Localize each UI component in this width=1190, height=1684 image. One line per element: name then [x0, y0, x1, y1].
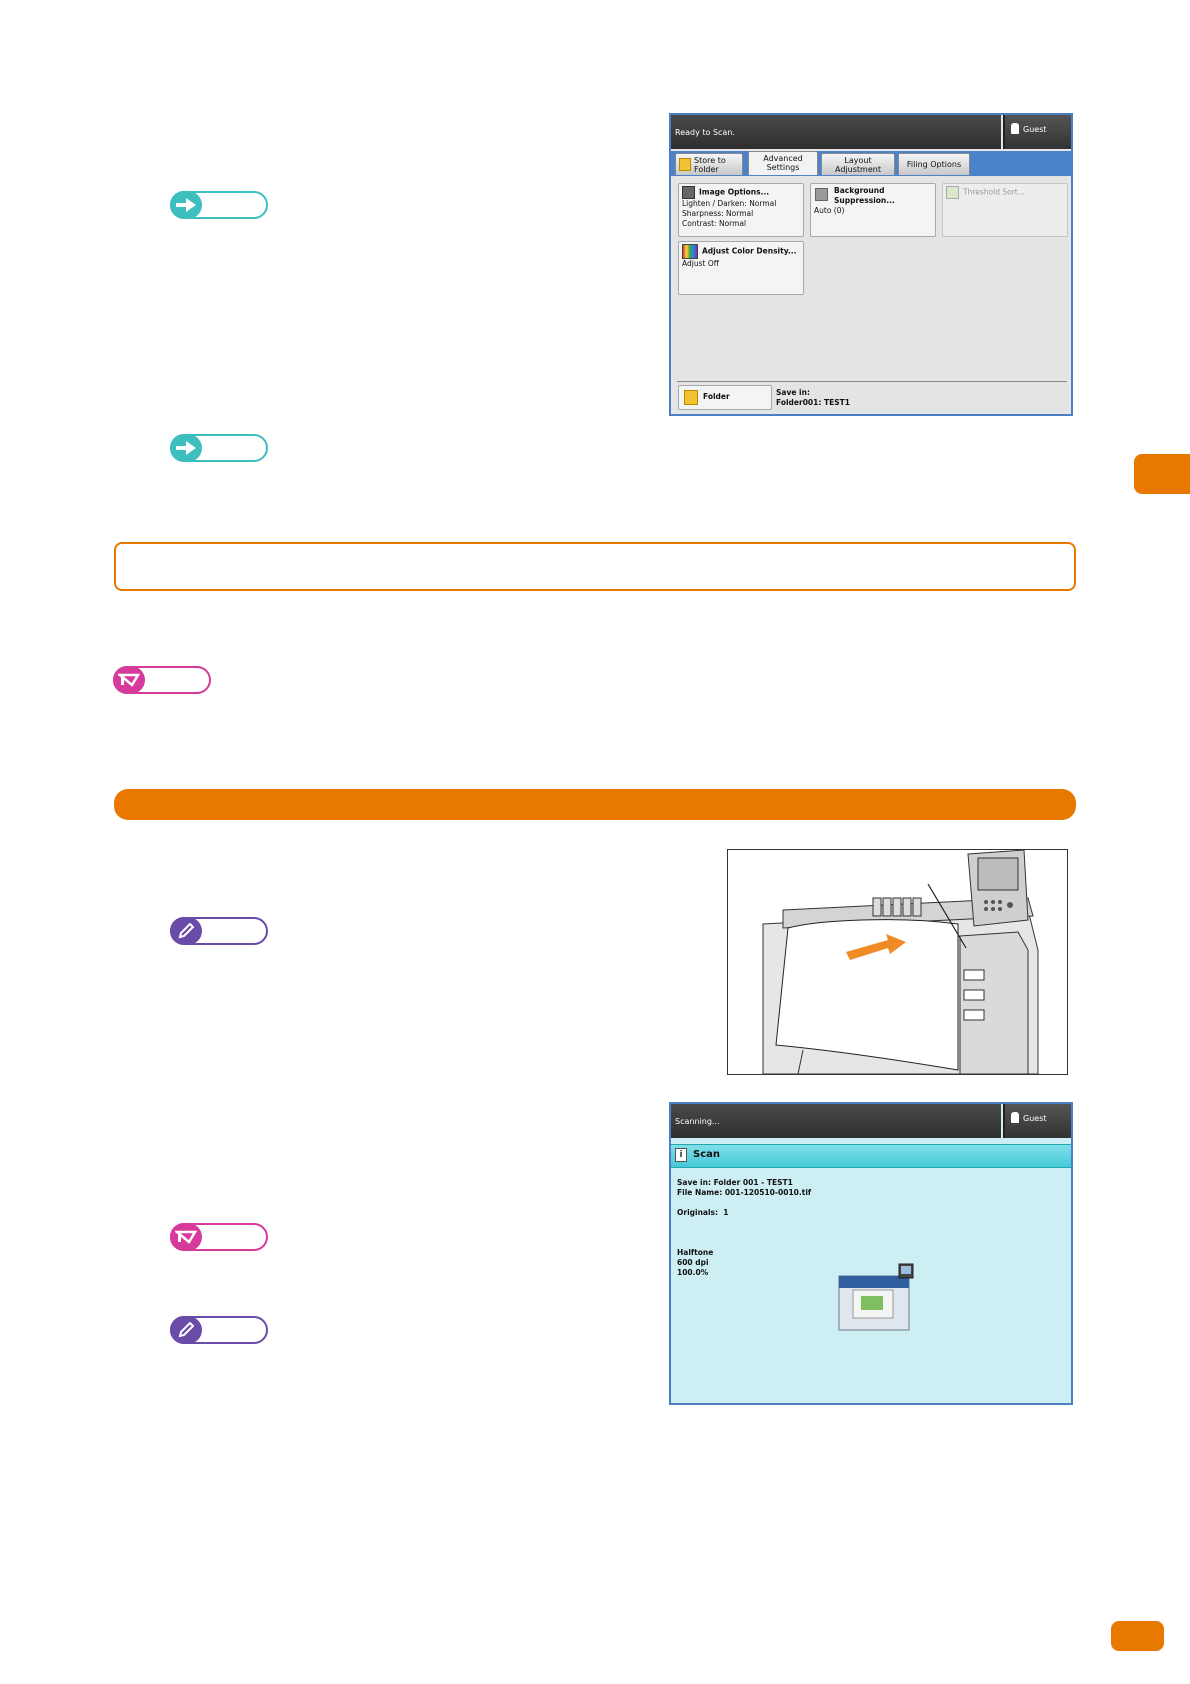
background-suppression-button[interactable]: Background Suppression... Auto (0)	[810, 183, 936, 237]
section-bar	[114, 789, 1076, 820]
arrow-right-icon	[170, 434, 202, 462]
save-in-text: Save in: Folder 001 - TEST1	[677, 1178, 793, 1187]
important-icon	[113, 666, 145, 694]
reference-pill	[170, 434, 268, 462]
save-in-label: Save in:	[776, 388, 810, 397]
pencil-icon	[170, 1316, 202, 1344]
adjust-color-density-button[interactable]: Adjust Color Density... Adjust Off	[678, 241, 804, 295]
lighten-darken-value: Lighten / Darken: Normal	[682, 199, 777, 208]
originals-value: 1	[723, 1208, 729, 1217]
contrast-value: Contrast: Normal	[682, 219, 747, 228]
chapter-tab	[1134, 454, 1190, 494]
threshold-sort-button[interactable]: Threshold Sort...	[942, 183, 1068, 237]
threshold-sort-icon	[946, 186, 959, 199]
scanning-screen: Scanning... Guest i Scan Save in: Folder…	[669, 1102, 1073, 1405]
reference-pill	[170, 191, 268, 219]
bottom-divider	[677, 381, 1067, 382]
mode-text: Halftone	[677, 1248, 714, 1257]
arrow-right-icon	[170, 191, 202, 219]
heading-box	[114, 542, 1076, 591]
save-in-info: Save in: Folder001: TEST1	[776, 388, 850, 408]
tab-layout-line2: Adjustment	[835, 165, 881, 174]
originals-label: Originals:	[677, 1208, 719, 1217]
file-name-text: File Name: 001-120510-0010.tif	[677, 1188, 812, 1197]
color-density-icon	[682, 244, 698, 259]
scanner-machine-icon	[838, 1263, 914, 1331]
zoom-text: 100.0%	[677, 1268, 709, 1277]
folder-icon	[679, 158, 691, 171]
user-icon	[1011, 123, 1019, 134]
scan-title: Scan	[693, 1149, 720, 1160]
save-in-value: Folder001: TEST1	[776, 398, 850, 407]
background-suppression-icon	[815, 188, 828, 201]
status-bar: Ready to Scan.	[671, 115, 1001, 149]
advanced-settings-screen: Ready to Scan. Guest Store to Folder Adv…	[669, 113, 1073, 416]
guest-button[interactable]: Guest	[1003, 1104, 1071, 1138]
background-title-2: Suppression...	[834, 196, 895, 205]
important-pill	[113, 666, 211, 694]
color-density-title: Adjust Color Density...	[702, 246, 797, 256]
status-text: Ready to Scan.	[675, 128, 735, 137]
tab-advanced-line2: Settings	[766, 163, 800, 172]
pencil-icon	[170, 917, 202, 945]
scan-title-bar: i Scan	[671, 1144, 1071, 1168]
tab-store-line2: Folder	[694, 165, 719, 174]
image-options-button[interactable]: Image Options... Lighten / Darken: Norma…	[678, 183, 804, 237]
important-icon	[170, 1223, 202, 1251]
folder-icon	[684, 390, 698, 405]
page-number-badge	[1111, 1621, 1164, 1651]
note-pill	[170, 917, 268, 945]
tab-advanced-settings[interactable]: Advanced Settings	[748, 151, 818, 175]
status-text: Scanning...	[675, 1117, 720, 1126]
folder-button-label: Folder	[703, 392, 730, 401]
background-value: Auto (0)	[814, 206, 845, 215]
tab-layout-adjustment[interactable]: Layout Adjustment	[821, 153, 895, 175]
important-pill	[170, 1223, 268, 1251]
resolution-text: 600 dpi	[677, 1258, 709, 1267]
guest-label: Guest	[1023, 125, 1047, 134]
color-density-value: Adjust Off	[682, 259, 719, 268]
info-icon: i	[675, 1148, 687, 1162]
scan-info: Save in: Folder 001 - TEST1 File Name: 0…	[677, 1178, 811, 1278]
wide-format-printer-image	[728, 850, 1067, 1074]
folder-button[interactable]: Folder	[678, 385, 772, 410]
threshold-title: Threshold Sort...	[963, 187, 1025, 197]
tab-advanced-line1: Advanced	[763, 154, 803, 163]
image-options-icon	[682, 186, 695, 199]
note-pill	[170, 1316, 268, 1344]
tab-layout-line1: Layout	[844, 156, 872, 165]
background-title-1: Background	[834, 186, 885, 195]
tab-store-line1: Store to	[694, 156, 726, 165]
tab-filing-options[interactable]: Filing Options	[898, 153, 970, 175]
guest-label: Guest	[1023, 1114, 1047, 1123]
sharpness-value: Sharpness: Normal	[682, 209, 754, 218]
guest-button[interactable]: Guest	[1003, 115, 1071, 149]
tab-filing-label: Filing Options	[906, 160, 962, 169]
printer-illustration	[727, 849, 1068, 1075]
user-icon	[1011, 1112, 1019, 1123]
image-options-title: Image Options...	[699, 187, 770, 197]
status-bar: Scanning...	[671, 1104, 1001, 1138]
tab-store-to-folder[interactable]: Store to Folder	[675, 153, 743, 175]
